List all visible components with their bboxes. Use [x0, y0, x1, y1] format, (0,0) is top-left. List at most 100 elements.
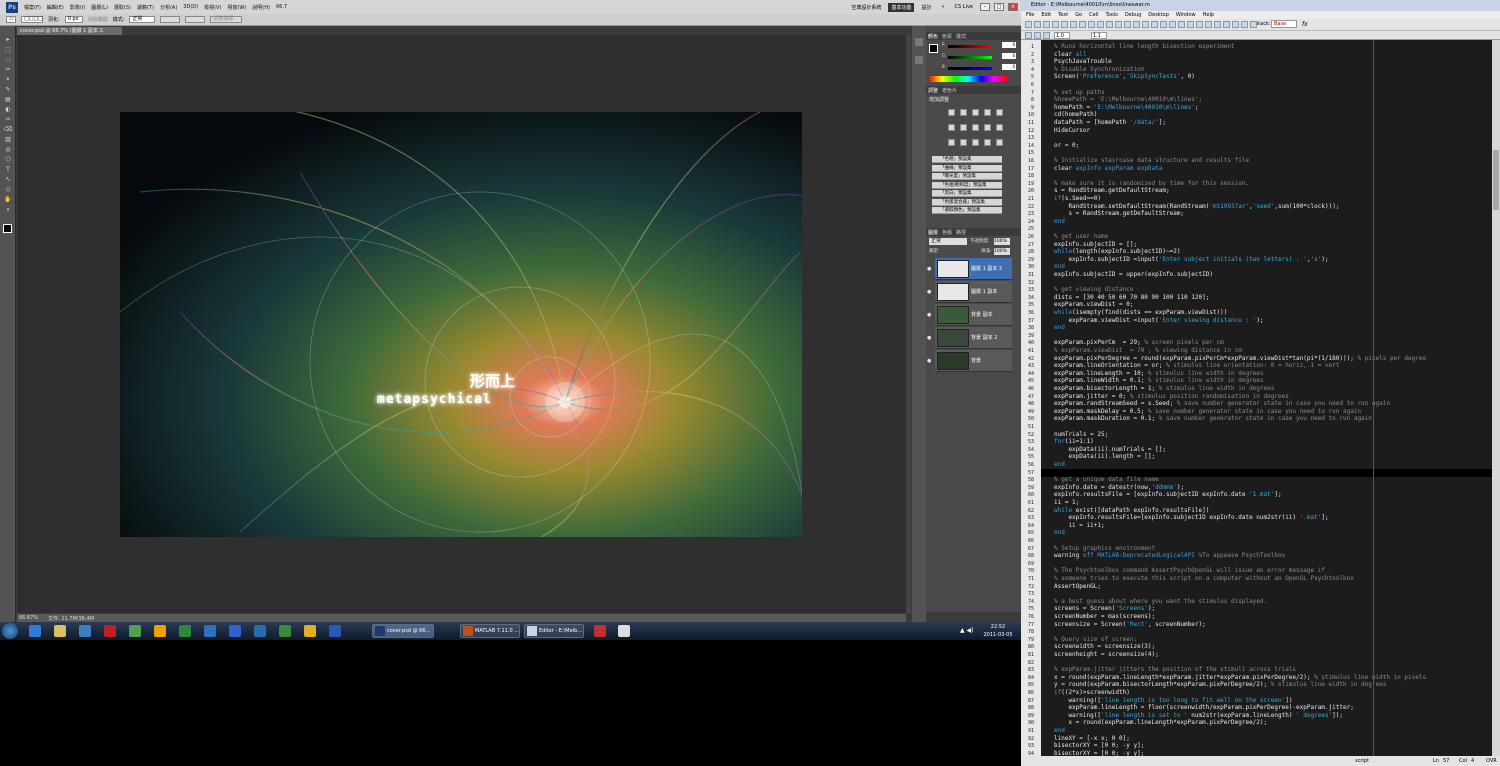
- height-input[interactable]: [185, 16, 206, 23]
- blend-mode-select[interactable]: 正常: [929, 238, 967, 245]
- toolbar-icon[interactable]: [1070, 21, 1077, 28]
- taskbar-task-button[interactable]: MATLAB 7.11.0 ...: [460, 624, 520, 638]
- tab-masks[interactable]: 遮色片: [942, 87, 957, 94]
- posterize-icon[interactable]: [960, 139, 967, 146]
- editor-menu-8[interactable]: Window: [1176, 11, 1196, 19]
- opacity-input[interactable]: 100%: [994, 238, 1010, 245]
- artwork-image[interactable]: 形而上 metapsychical: [120, 112, 802, 537]
- cs-live-button[interactable]: CS Live: [952, 3, 976, 11]
- eye-icon[interactable]: ●: [927, 266, 933, 272]
- workspace-button-2[interactable]: 設計: [918, 3, 934, 12]
- notes-icon[interactable]: [79, 625, 91, 637]
- brush-tool-icon[interactable]: ✎: [3, 86, 13, 93]
- green-slider[interactable]: G 0: [942, 53, 1016, 59]
- toolbar-icon[interactable]: [1142, 21, 1149, 28]
- ps-menu-7[interactable]: 3D(D): [183, 4, 198, 11]
- toolbar-icon[interactable]: [1079, 21, 1086, 28]
- toolbar-icon[interactable]: [1106, 21, 1113, 28]
- cell-value-1[interactable]: 1.0: [1054, 32, 1070, 39]
- photo-filter-icon[interactable]: [984, 124, 991, 131]
- layer-row[interactable]: 背景 副本 2: [935, 327, 1012, 349]
- channel-mixer-icon[interactable]: [996, 124, 1003, 131]
- sogou-icon[interactable]: [29, 625, 41, 637]
- excel-icon[interactable]: [304, 625, 316, 637]
- workspace-button-1[interactable]: 基本功能: [888, 2, 915, 12]
- document-tab[interactable]: cover.psd @ 66.7% (圖層 1 副本 2, RGB/8): [17, 27, 122, 42]
- editor-menu-2[interactable]: Text: [1058, 11, 1068, 19]
- bw-icon[interactable]: [972, 124, 979, 131]
- layer-row[interactable]: 圖層 1 副本: [935, 281, 1012, 303]
- qq-icon[interactable]: [154, 625, 166, 637]
- toolbar-icon[interactable]: [1115, 21, 1122, 28]
- move-tool-icon[interactable]: ▸: [3, 36, 13, 43]
- maximize-icon[interactable]: □: [994, 3, 1004, 11]
- fg-bg-colors-icon[interactable]: [3, 224, 12, 233]
- dodge-tool-icon[interactable]: ⬡: [3, 156, 13, 163]
- toolbar-icon[interactable]: [1205, 21, 1212, 28]
- tab-channels[interactable]: 色版: [942, 229, 952, 236]
- ps-menu-2[interactable]: 影像(I): [70, 4, 85, 11]
- ps-menu-0[interactable]: 檔案(F): [24, 4, 41, 11]
- speaker-icon[interactable]: ▲ ◀): [960, 627, 973, 634]
- fill-input[interactable]: 100%: [994, 248, 1010, 255]
- explorer-icon[interactable]: [54, 625, 66, 637]
- eye-icon[interactable]: ●: [927, 335, 933, 341]
- pencil-tool-icon[interactable]: ✑: [3, 116, 13, 123]
- feather-input[interactable]: 0 px: [64, 16, 83, 23]
- blue-slider[interactable]: B 0: [942, 64, 1016, 70]
- toolbar-icon[interactable]: [1052, 21, 1059, 28]
- eye-icon[interactable]: ●: [927, 289, 933, 295]
- path-select-icon[interactable]: ↖: [3, 176, 13, 183]
- eraser-tool-icon[interactable]: ⌫: [3, 126, 13, 133]
- ps-menu-5[interactable]: 濾鏡(T): [137, 4, 154, 11]
- tab-swatches[interactable]: 色票: [942, 33, 952, 40]
- tab-styles[interactable]: 樣式: [956, 33, 966, 40]
- toolbar-icon[interactable]: [1088, 21, 1095, 28]
- taskbar-clock[interactable]: 22:52 2011-03-05: [978, 623, 1018, 639]
- green-value[interactable]: 0: [1002, 53, 1016, 59]
- type-tool-icon[interactable]: T: [3, 166, 13, 173]
- layer-row[interactable]: 圖層 1 副本 2: [935, 258, 1012, 280]
- toolbar-icon[interactable]: [1097, 21, 1104, 28]
- app-icon[interactable]: [104, 625, 116, 637]
- history-icon[interactable]: [915, 38, 923, 46]
- status-zoom[interactable]: 66.67%: [19, 615, 38, 621]
- hue-sat-icon[interactable]: [948, 124, 955, 131]
- ps-menu-4[interactable]: 選取(S): [114, 4, 131, 11]
- toolbar-icon[interactable]: [1187, 21, 1194, 28]
- tool-icon-2[interactable]: [618, 625, 630, 637]
- ie-icon[interactable]: [329, 625, 341, 637]
- ps-menu-1[interactable]: 編輯(E): [47, 4, 64, 11]
- tab-paths[interactable]: 路徑: [956, 229, 966, 236]
- curves-icon[interactable]: [972, 109, 979, 116]
- fx-icon[interactable]: fx: [1302, 21, 1308, 28]
- editor-menu-1[interactable]: Edit: [1041, 11, 1051, 19]
- toolbar-icon[interactable]: [1250, 21, 1257, 28]
- ps-menu-6[interactable]: 分析(A): [160, 4, 177, 11]
- vibrance-icon[interactable]: [996, 109, 1003, 116]
- tab-layers[interactable]: 圖層: [928, 229, 938, 236]
- style-select[interactable]: 正常: [129, 16, 156, 23]
- toolbar-icon[interactable]: [1025, 21, 1032, 28]
- preset-item[interactable]: 「曲線」預設集: [932, 164, 1002, 172]
- cell-toolbar-icon[interactable]: [1034, 32, 1041, 39]
- toolbar-icon[interactable]: [1151, 21, 1158, 28]
- minimize-icon[interactable]: –: [980, 3, 990, 11]
- tab-color[interactable]: 顏色: [928, 33, 938, 40]
- toolbar-icon[interactable]: [1196, 21, 1203, 28]
- toolbar-icon[interactable]: [1169, 21, 1176, 28]
- ovi-icon[interactable]: [179, 625, 191, 637]
- editor-menu-7[interactable]: Desktop: [1148, 11, 1169, 19]
- refine-edge-button[interactable]: 調整邊緣...: [210, 16, 243, 23]
- preset-item[interactable]: 「色階」預設集: [932, 156, 1002, 163]
- gradient-map-icon[interactable]: [984, 139, 991, 146]
- lasso-tool-icon[interactable]: ◌: [3, 56, 13, 63]
- threshold-icon[interactable]: [972, 139, 979, 146]
- editor-menu-9[interactable]: Help: [1203, 11, 1214, 19]
- editor-menu-0[interactable]: File: [1026, 11, 1034, 19]
- tab-adjustments[interactable]: 調整: [928, 87, 938, 94]
- marquee-tool-icon[interactable]: ▭: [6, 16, 16, 23]
- toolbar-icon[interactable]: [1223, 21, 1230, 28]
- brightness-icon[interactable]: [948, 109, 955, 116]
- invert-icon[interactable]: [948, 139, 955, 146]
